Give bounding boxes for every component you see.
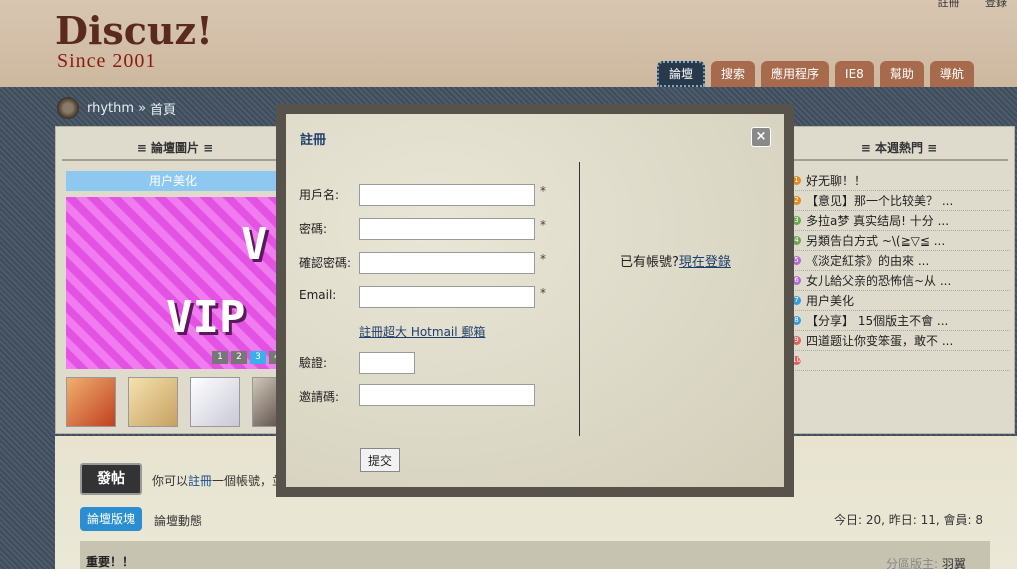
forum-stats: 今日: 20, 昨日: 11, 會員: 8: [834, 513, 984, 527]
login-prompt-text: 已有帳號?: [620, 255, 679, 270]
forum-pictures-panel: ≡ 論壇圖片 ≡ 用户美化 V VIP 1 2 3 4: [55, 126, 302, 434]
register-hint-link[interactable]: 註冊: [188, 474, 212, 488]
required-mark: *: [540, 252, 546, 266]
login-now-link[interactable]: 現在登錄: [679, 255, 731, 270]
thumbnail[interactable]: [66, 377, 116, 427]
hot-list-item[interactable]: 3 多拉a梦 真实结局! 十分 ...: [792, 211, 1010, 231]
banner-image[interactable]: V VIP 1 2 3 4: [66, 197, 280, 369]
hot-list-item-title[interactable]: 【分享】 15個版主不會 ...: [806, 311, 948, 330]
tab-forum-boards[interactable]: 論壇版塊: [80, 507, 143, 531]
close-icon[interactable]: ×: [751, 127, 771, 147]
captcha-label: 驗證:: [299, 356, 328, 370]
site-logo[interactable]: Discuz!: [55, 8, 213, 53]
register-hint-text: 一個帳號，並: [212, 474, 285, 488]
required-mark: *: [540, 286, 546, 300]
hot-list-item-title[interactable]: 用户美化: [806, 291, 854, 310]
breadcrumb: rhythm » 首頁: [57, 97, 176, 119]
moderator-name[interactable]: 羽翼: [942, 557, 966, 569]
confirm-password-label: 確認密碼:: [299, 256, 352, 270]
breadcrumb-separator: »: [138, 100, 147, 116]
dialog-divider: [579, 162, 580, 436]
nav-tab-forum[interactable]: 論壇: [657, 61, 706, 87]
password-label: 密碼:: [299, 222, 328, 236]
category-title[interactable]: 重要！！: [86, 553, 134, 569]
email-input[interactable]: [359, 286, 535, 308]
invite-code-label: 邀請碼:: [299, 390, 340, 404]
nav-tab-apps[interactable]: 應用程序: [761, 61, 830, 87]
nav-tab-search[interactable]: 搜索: [711, 61, 756, 87]
site-header: Discuz! Since 2001 註冊 登錄 論壇 搜索 應用程序 IE8 …: [0, 0, 1017, 87]
hot-list-item[interactable]: 4 另類告白方式 ~\(≧▽≦ ...: [792, 231, 1010, 251]
login-link[interactable]: 登錄: [985, 0, 1007, 9]
banner-caption[interactable]: 用户美化: [66, 171, 280, 191]
submit-button[interactable]: 提交: [360, 448, 400, 472]
tab-forum-activity[interactable]: 論壇動態: [154, 512, 202, 529]
password-input[interactable]: [359, 218, 535, 240]
register-dialog: 註冊 × 用戶名: * 密碼: * 確認密碼: * Email: * 註冊超大 …: [286, 114, 784, 487]
breadcrumb-site[interactable]: rhythm: [87, 101, 134, 116]
required-mark: *: [540, 184, 546, 198]
register-hint-text: 你可以: [152, 474, 189, 488]
invite-code-input[interactable]: [359, 384, 535, 406]
hot-list-item[interactable]: 5 《淡定紅茶》的由來 ...: [792, 251, 1010, 271]
hot-list: 1 好无聊！！ 2 【意见】那一个比较美？ ... 3 多拉a梦 真实结局! 十分 ...…: [792, 171, 1010, 371]
hot-list-item-title[interactable]: 【意见】那一个比较美？ ...: [806, 191, 953, 210]
hot-list-item[interactable]: 10: [792, 351, 1010, 371]
hot-list-item[interactable]: 2 【意见】那一个比较美？ ...: [792, 191, 1010, 211]
email-label: Email:: [299, 288, 337, 302]
weekly-hot-panel: ≡ 本週熱門 ≡ 1 好无聊！！ 2 【意见】那一个比较美？ ... 3 多拉a梦 真实结…: [783, 126, 1015, 434]
top-links: 註冊 登錄: [916, 0, 1008, 10]
login-prompt: 已有帳號?現在登錄: [620, 251, 731, 270]
hot-list-item-title[interactable]: 四道题让你变笨蛋，敢不 ...: [806, 331, 953, 350]
dialog-title: 註冊: [300, 133, 327, 148]
hot-list-item-title[interactable]: 另類告白方式 ~\(≧▽≦ ...: [806, 231, 945, 250]
banner-art-text: V: [241, 219, 268, 270]
hotmail-signup-link[interactable]: 註冊超大 Hotmail 郵箱: [359, 323, 485, 340]
pager-button-3[interactable]: 3: [250, 351, 266, 364]
thumbnail[interactable]: [128, 377, 178, 427]
hot-list-item-title[interactable]: 《淡定紅茶》的由來 ...: [806, 251, 929, 270]
breadcrumb-current: 首頁: [150, 102, 177, 118]
confirm-password-input[interactable]: [359, 252, 535, 274]
hot-list-item[interactable]: 1 好无聊！！: [792, 171, 1010, 191]
hot-list-item[interactable]: 7 用户美化: [792, 291, 1010, 311]
hot-list-item-title[interactable]: 女儿給父亲的恐怖信~从 ...: [806, 271, 951, 290]
home-icon[interactable]: [57, 97, 79, 119]
panel-title: ≡ 本週熱門 ≡: [790, 127, 1008, 161]
captcha-input[interactable]: [359, 352, 415, 374]
banner-pager: 1 2 3 4: [212, 351, 280, 364]
new-post-button[interactable]: 發帖: [80, 463, 142, 495]
nav-tab-navigation[interactable]: 導航: [929, 61, 974, 87]
nav-tab-ie8[interactable]: IE8: [835, 61, 874, 87]
logo-tagline: Since 2001: [57, 50, 157, 72]
hot-list-item[interactable]: 8 【分享】 15個版主不會 ...: [792, 311, 1010, 331]
pager-button-1[interactable]: 1: [212, 351, 228, 364]
register-hint: 你可以註冊一個帳號，並: [152, 472, 284, 489]
nav-tab-help[interactable]: 幫助: [879, 61, 924, 87]
username-label: 用戶名:: [299, 188, 340, 202]
panel-title: ≡ 論壇圖片 ≡: [62, 127, 288, 161]
required-mark: *: [540, 218, 546, 232]
hot-list-item-title[interactable]: 多拉a梦 真实结局! 十分 ...: [806, 211, 949, 230]
category-header: 重要！！ 分區版主: 羽翼: [80, 541, 990, 569]
moderator-label: 分區版主:: [886, 557, 939, 569]
hot-list-item-title[interactable]: 好无聊！！: [806, 171, 866, 190]
category-moderator: 分區版主: 羽翼: [886, 555, 966, 569]
hot-list-item[interactable]: 9 四道题让你变笨蛋，敢不 ...: [792, 331, 1010, 351]
pager-button-2[interactable]: 2: [231, 351, 247, 364]
username-input[interactable]: [359, 184, 535, 206]
main-nav: 論壇 搜索 應用程序 IE8 幫助 導航: [657, 61, 980, 87]
register-link[interactable]: 註冊: [938, 0, 960, 9]
hot-list-item[interactable]: 6 女儿給父亲的恐怖信~从 ...: [792, 271, 1010, 291]
banner-art-text: VIP: [166, 292, 246, 343]
thumbnail[interactable]: [190, 377, 240, 427]
